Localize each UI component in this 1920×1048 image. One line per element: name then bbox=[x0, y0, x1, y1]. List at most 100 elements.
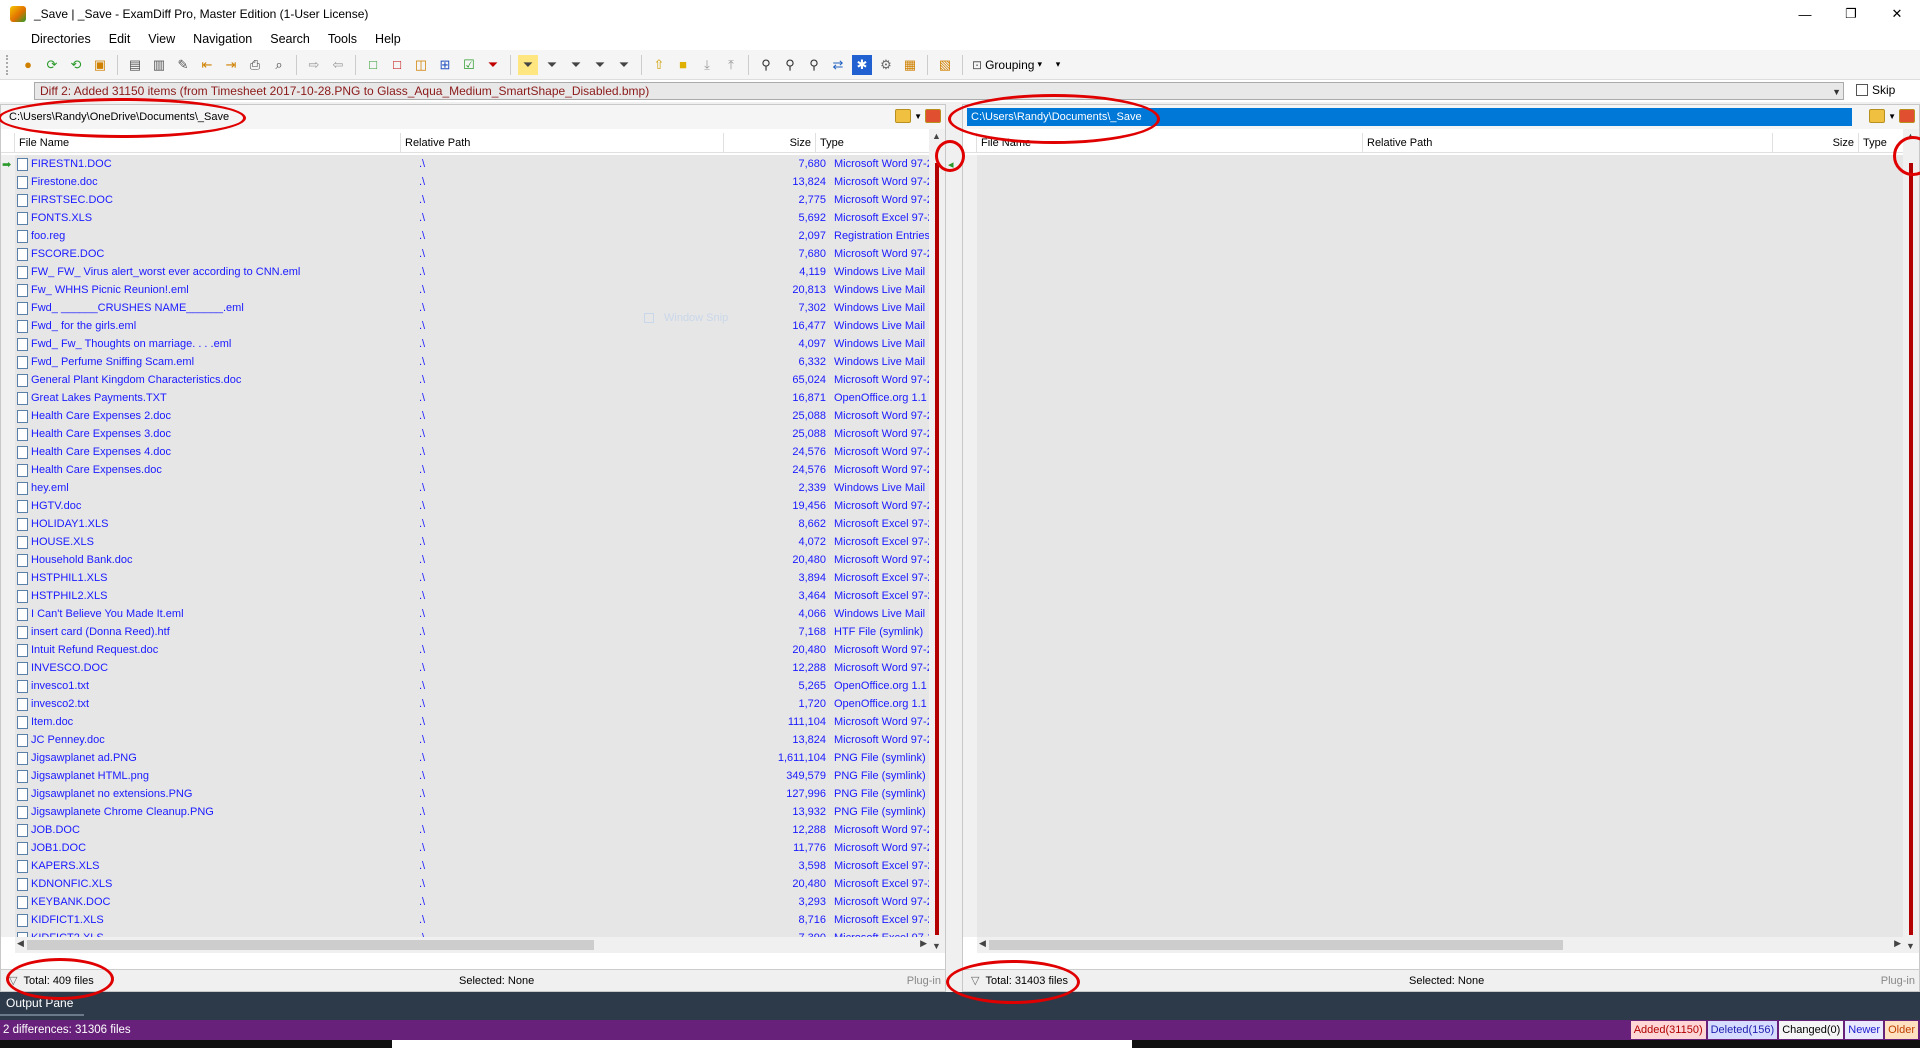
file-row[interactable]: Jigsawplanete Chrome Cleanup.PNG .\ 13,932… bbox=[15, 803, 945, 821]
show-identical-icon[interactable]: ☑ bbox=[459, 55, 479, 75]
column-relative-path[interactable]: Relative Path bbox=[401, 133, 724, 153]
column-type[interactable]: Type bbox=[816, 133, 931, 153]
file-row[interactable]: HOLIDAY1.XLS .\ 8,662 Microsoft Excel 97-20… bbox=[15, 515, 945, 533]
file-row[interactable]: Fwd_ Perfume Sniffing Scam.eml .\ 6,332 Win… bbox=[15, 353, 945, 371]
browse-folder-icon[interactable] bbox=[895, 109, 912, 123]
diff-navigation-combo[interactable]: Diff 2: Added 31150 items (from Timeshee… bbox=[34, 82, 1844, 100]
file-row[interactable]: hey.eml .\ 2,339 Windows Live Mail Ema bbox=[15, 479, 945, 497]
column-size[interactable]: Size bbox=[1773, 133, 1859, 153]
right-plugin[interactable]: Plug-in bbox=[1881, 975, 1915, 987]
chevron-down-icon[interactable]: ▼ bbox=[914, 112, 922, 121]
view-split-icon[interactable]: ▤ bbox=[125, 55, 145, 75]
newer-badge[interactable]: Newer bbox=[1845, 1021, 1884, 1039]
scroll-right-icon[interactable]: ▶ bbox=[920, 938, 927, 949]
file-row[interactable]: insert card (Donna Reed).htf .\ 7,168 HTF F… bbox=[15, 623, 945, 641]
skip-checkbox[interactable]: Skip bbox=[1856, 83, 1895, 97]
file-row[interactable]: Fwd_ Fw_ Thoughts on marriage. . . .eml.… bbox=[15, 335, 945, 353]
right-horizontal-scrollbar[interactable]: ◀ ▶ bbox=[977, 937, 1903, 953]
find-next-icon[interactable]: ⚲ bbox=[780, 55, 800, 75]
file-row[interactable]: FONTS.XLS .\ 5,692 Microsoft Excel 97-2003 bbox=[15, 209, 945, 227]
show-added-icon[interactable]: □ bbox=[363, 55, 383, 75]
file-row[interactable]: INVESCO.DOC .\ 12,288 Microsoft Word 97-200… bbox=[15, 659, 945, 677]
left-plugin[interactable]: Plug-in bbox=[907, 975, 941, 987]
file-row[interactable]: Item.doc .\ 111,104 Microsoft Word 97-2003 bbox=[15, 713, 945, 731]
find-icon[interactable]: ⚲ bbox=[756, 55, 776, 75]
toolbar-overflow-icon[interactable]: ▾ bbox=[1048, 55, 1068, 75]
menu-tools[interactable]: Tools bbox=[319, 32, 366, 46]
left-path-field[interactable]: C:\Users\Randy\OneDrive\Documents\_Save bbox=[5, 108, 233, 126]
up-folder-icon[interactable]: ⇧ bbox=[649, 55, 669, 75]
filter-icon[interactable]: ▽ bbox=[971, 974, 979, 987]
file-row[interactable]: JOB.DOC .\ 12,288 Microsoft Word 97-2003 bbox=[15, 821, 945, 839]
left-horizontal-scrollbar[interactable]: ◀ ▶ bbox=[15, 937, 929, 953]
swap-folder-icon[interactable] bbox=[925, 109, 941, 123]
file-row[interactable]: Fwd_ ______CRUSHES NAME______.eml .\ 7,302… bbox=[15, 299, 945, 317]
prev-diff-icon[interactable]: ⇦ bbox=[328, 55, 348, 75]
scroll-up-icon[interactable]: ▲ bbox=[1906, 131, 1915, 141]
close-button[interactable]: ✕ bbox=[1874, 0, 1920, 28]
sync-icon[interactable]: ⇄ bbox=[828, 55, 848, 75]
file-row[interactable]: Great Lakes Payments.TXT .\ 16,871 OpenOffi… bbox=[15, 389, 945, 407]
swap-folder-icon[interactable] bbox=[1899, 109, 1915, 123]
session-icon[interactable]: ▦ bbox=[900, 55, 920, 75]
file-row[interactable]: KIDFICT2.XLS.\7,390Microsoft Excel 97-20… bbox=[15, 929, 945, 937]
file-row[interactable]: JOB1.DOC .\ 11,776 Microsoft Word 97-2003 bbox=[15, 839, 945, 857]
recompare-icon[interactable]: ⟲ bbox=[66, 55, 86, 75]
left-hscroll-thumb[interactable] bbox=[27, 940, 594, 950]
file-row[interactable]: foo.reg .\ 2,097 Registration Entries (s bbox=[15, 227, 945, 245]
left-diff-map[interactable] bbox=[935, 163, 939, 935]
collapse-icon[interactable]: ⤒ bbox=[721, 55, 741, 75]
open-folders-icon[interactable]: ● bbox=[18, 55, 38, 75]
bookmark-icon[interactable]: ■ bbox=[673, 55, 693, 75]
find-prev-icon[interactable]: ⚲ bbox=[804, 55, 824, 75]
file-row[interactable]: I Can't Believe You Made It.eml .\ 4,066 Wi… bbox=[15, 605, 945, 623]
file-row[interactable]: FIRESTN1.DOC .\ 7,680 Microsoft Word 97-200… bbox=[15, 155, 945, 173]
menu-edit[interactable]: Edit bbox=[100, 32, 140, 46]
preview-icon[interactable]: ⌕ bbox=[269, 55, 289, 75]
show-changed-icon[interactable]: ◫ bbox=[411, 55, 431, 75]
output-pane-title[interactable]: Output Pane bbox=[6, 996, 73, 1010]
settings-icon[interactable]: ⚙ bbox=[876, 55, 896, 75]
view-stacked-icon[interactable]: ▥ bbox=[149, 55, 169, 75]
filter-icon[interactable]: ▽ bbox=[9, 974, 17, 987]
filter-older-icon[interactable]: ⏷ bbox=[614, 55, 634, 75]
column-type[interactable]: Type bbox=[1859, 133, 1909, 153]
changed-badge[interactable]: Changed(0) bbox=[1779, 1021, 1844, 1039]
filter-newer-icon[interactable]: ⏷ bbox=[590, 55, 610, 75]
scroll-up-icon[interactable]: ▲ bbox=[932, 131, 941, 141]
file-row[interactable]: Intuit Refund Request.doc .\ 20,480 Microso… bbox=[15, 641, 945, 659]
open-session-icon[interactable]: ▧ bbox=[935, 55, 955, 75]
grouping-dropdown[interactable]: ⊡ Grouping ▾ bbox=[972, 58, 1042, 72]
examdiff-app-icon[interactable] bbox=[10, 6, 26, 22]
file-row[interactable]: invesco1.txt .\ 5,265 OpenOffice.org 1.1 Te bbox=[15, 677, 945, 695]
file-row[interactable]: Firestone.doc .\ 13,824 Microsoft Word 97-2… bbox=[15, 173, 945, 191]
file-row[interactable]: Health Care Expenses 3.doc .\ 25,088 Micros… bbox=[15, 425, 945, 443]
file-row[interactable]: KDNONFIC.XLS .\ 20,480 Microsoft Excel 97-2… bbox=[15, 875, 945, 893]
column-size[interactable]: Size bbox=[724, 133, 816, 153]
file-row[interactable]: KIDFICT1.XLS .\ 8,716 Microsoft Excel 97-20… bbox=[15, 911, 945, 929]
file-row[interactable]: Fw_ WHHS Picnic Reunion!.eml .\ 20,813 Wind… bbox=[15, 281, 945, 299]
menu-search[interactable]: Search bbox=[261, 32, 319, 46]
toolbar-grip[interactable] bbox=[6, 54, 10, 75]
file-row[interactable]: HSTPHIL2.XLS .\ 3,464 Microsoft Excel 97-20… bbox=[15, 587, 945, 605]
deleted-badge[interactable]: Deleted(156) bbox=[1707, 1021, 1778, 1039]
menu-help[interactable]: Help bbox=[366, 32, 410, 46]
scroll-down-icon[interactable]: ▼ bbox=[932, 941, 941, 951]
right-path-field[interactable]: C:\Users\Randy\Documents\_Save bbox=[967, 108, 1852, 126]
file-row[interactable]: Household Bank.doc .\ 20,480 Microsoft Word… bbox=[15, 551, 945, 569]
file-row[interactable]: JC Penney.doc .\ 13,824 Microsoft Word 97-2… bbox=[15, 731, 945, 749]
file-row[interactable]: FSCORE.DOC .\ 7,680 Microsoft Word 97-2003 bbox=[15, 245, 945, 263]
chevron-down-icon[interactable]: ▼ bbox=[1888, 112, 1896, 121]
filter-changed-icon[interactable]: ⏷ bbox=[566, 55, 586, 75]
column-file-name[interactable]: File Name bbox=[15, 133, 401, 153]
edit-icon[interactable]: ✎ bbox=[173, 55, 193, 75]
file-row[interactable]: HGTV.doc .\ 19,456 Microsoft Word 97-2003 bbox=[15, 497, 945, 515]
file-row[interactable]: Fwd_ for the girls.eml .\ 16,477 Windows Li… bbox=[15, 317, 945, 335]
file-row[interactable]: invesco2.txt .\ 1,720 OpenOffice.org 1.1 Te bbox=[15, 695, 945, 713]
file-row[interactable]: KAPERS.XLS .\ 3,598 Microsoft Excel 97-2003 bbox=[15, 857, 945, 875]
scroll-right-icon[interactable]: ▶ bbox=[1894, 938, 1901, 949]
right-vertical-scrollbar[interactable]: ▲ ▼ bbox=[1903, 129, 1919, 953]
file-row[interactable]: FW_ FW_ Virus alert_worst ever according… bbox=[15, 263, 945, 281]
file-row[interactable]: HSTPHIL1.XLS .\ 3,894 Microsoft Excel 97-20… bbox=[15, 569, 945, 587]
expand-icon[interactable]: ⤓ bbox=[697, 55, 717, 75]
